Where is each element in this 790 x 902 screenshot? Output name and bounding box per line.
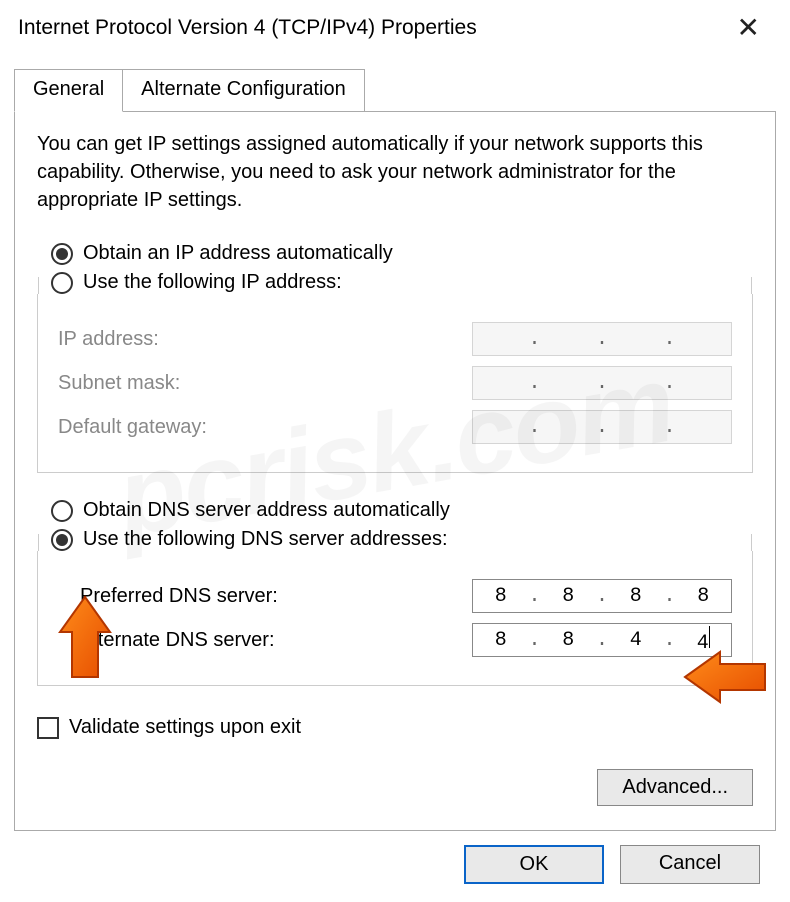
tab-pane-general: You can get IP settings assigned automat…: [14, 111, 776, 831]
ok-button[interactable]: OK: [464, 845, 604, 884]
radio-label: Obtain DNS server address automatically: [83, 499, 450, 522]
advanced-button[interactable]: Advanced...: [597, 769, 753, 806]
field-label: Subnet mask:: [58, 372, 180, 395]
cancel-button[interactable]: Cancel: [620, 845, 760, 884]
preferred-dns-input[interactable]: 8. 8. 8. 8: [472, 579, 732, 613]
button-bar: OK Cancel: [14, 831, 776, 884]
field-label: Default gateway:: [58, 416, 207, 439]
radio-label: Use the following DNS server addresses:: [83, 528, 448, 551]
dns-fields-group: Preferred DNS server: 8. 8. 8. 8 Alterna…: [37, 551, 753, 686]
radio-use-ip-manual[interactable]: Use the following IP address:: [51, 271, 753, 294]
radio-icon: [51, 272, 73, 294]
close-button[interactable]: ✕: [731, 14, 766, 42]
radio-obtain-ip-auto[interactable]: Obtain an IP address automatically: [51, 242, 753, 265]
tabstrip: General Alternate Configuration: [14, 68, 776, 111]
field-default-gateway: Default gateway: . . .: [58, 410, 732, 444]
field-label: Preferred DNS server:: [58, 585, 278, 608]
dialog-body: General Alternate Configuration You can …: [0, 50, 790, 884]
default-gateway-input: . . .: [472, 410, 732, 444]
field-subnet-mask: Subnet mask: . . .: [58, 366, 732, 400]
tab-alternate[interactable]: Alternate Configuration: [123, 69, 365, 112]
radio-label: Use the following IP address:: [83, 271, 342, 294]
ip-address-input: . . .: [472, 322, 732, 356]
field-label: IP address:: [58, 328, 159, 351]
radio-icon: [51, 529, 73, 551]
radio-icon: [51, 243, 73, 265]
radio-label: Obtain an IP address automatically: [83, 242, 393, 265]
window-title: Internet Protocol Version 4 (TCP/IPv4) P…: [18, 16, 477, 40]
radio-icon: [51, 500, 73, 522]
checkbox-icon[interactable]: [37, 717, 59, 739]
cursor-octet[interactable]: 4: [676, 626, 731, 655]
titlebar: Internet Protocol Version 4 (TCP/IPv4) P…: [0, 0, 790, 50]
ip-fields-group: IP address: . . . Subnet mask: . . . D: [37, 294, 753, 473]
field-preferred-dns: Preferred DNS server: 8. 8. 8. 8: [58, 579, 732, 613]
subnet-mask-input: . . .: [472, 366, 732, 400]
radio-use-dns-manual[interactable]: Use the following DNS server addresses:: [51, 528, 753, 551]
description-text: You can get IP settings assigned automat…: [37, 130, 753, 214]
field-label: Alternate DNS server:: [58, 629, 275, 652]
alternate-dns-input[interactable]: 8. 8. 4. 4: [472, 623, 732, 657]
radio-obtain-dns-auto[interactable]: Obtain DNS server address automatically: [51, 499, 753, 522]
checkbox-label: Validate settings upon exit: [69, 716, 301, 739]
field-alternate-dns: Alternate DNS server: 8. 8. 4. 4: [58, 623, 732, 657]
validate-checkbox-row[interactable]: Validate settings upon exit: [37, 716, 753, 739]
field-ip-address: IP address: . . .: [58, 322, 732, 356]
tab-general[interactable]: General: [14, 69, 123, 112]
